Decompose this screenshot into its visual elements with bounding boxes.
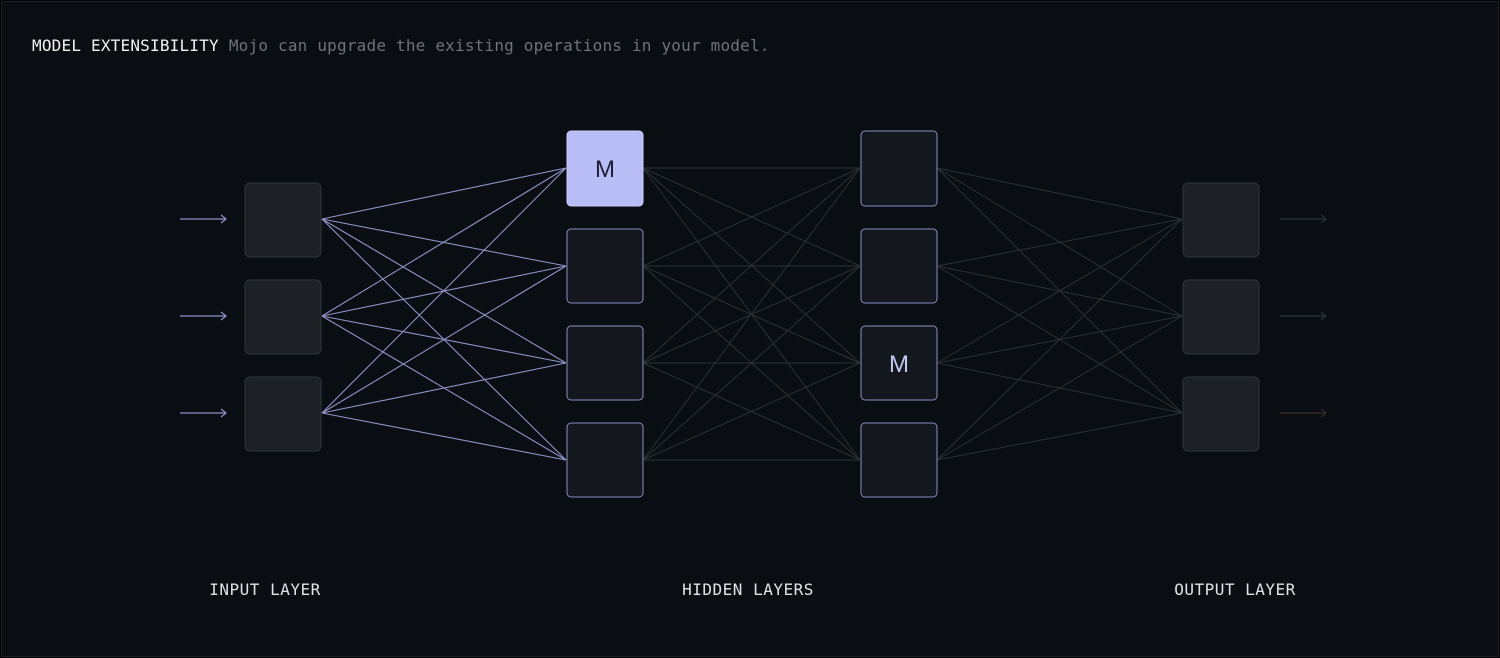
output-arrow-2 (1280, 311, 1327, 321)
input-arrow-1 (180, 214, 227, 224)
hidden2-node-3-marker: M (889, 351, 909, 378)
network-diagram: M M (180, 130, 1327, 498)
output-arrow-1 (1280, 214, 1327, 224)
hidden1-node-1-marker: M (595, 156, 615, 183)
output-layer-label: OUTPUT LAYER (1174, 580, 1296, 599)
hidden-layers-label: HIDDEN LAYERS (682, 580, 814, 599)
output-node-1 (1182, 182, 1260, 258)
input-layer-label: INPUT LAYER (209, 580, 321, 599)
output-node-2 (1182, 279, 1260, 355)
input-arrow-3 (180, 408, 227, 418)
hidden-layer-2-nodes (860, 130, 938, 498)
output-arrow-3 (1280, 408, 1327, 418)
hidden2-node-4 (860, 422, 938, 498)
connections-hidden2-output (936, 167, 1183, 461)
connections-input-hidden1 (321, 167, 567, 461)
input-arrow-2 (180, 311, 227, 321)
output-node-3 (1182, 376, 1260, 452)
input-node-3 (244, 376, 322, 452)
output-arrows (1280, 214, 1327, 418)
hidden2-node-1 (860, 130, 938, 207)
hidden1-node-4 (566, 422, 644, 498)
hidden1-node-3 (566, 325, 644, 401)
input-node-1 (244, 182, 322, 258)
hidden1-node-2 (566, 228, 644, 304)
input-node-2 (244, 279, 322, 355)
hidden2-node-2 (860, 228, 938, 304)
connections-hidden1-hidden2 (642, 167, 861, 461)
hidden-layer-1-nodes (566, 130, 644, 498)
output-layer-nodes (1182, 182, 1260, 452)
input-arrows (180, 214, 227, 418)
input-layer-nodes (244, 182, 322, 452)
